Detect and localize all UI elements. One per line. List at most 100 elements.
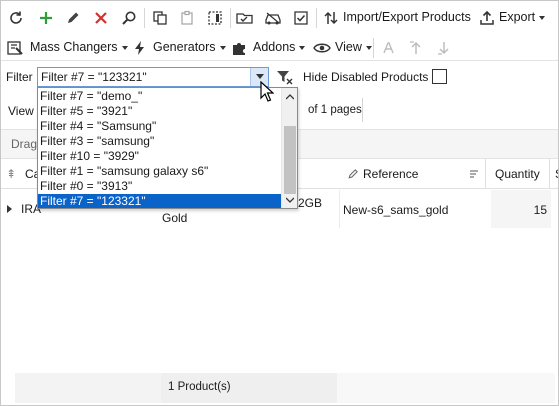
- export-label[interactable]: Export: [499, 10, 546, 24]
- addons-icon-wrap[interactable]: [228, 37, 250, 59]
- puzzle-icon: [233, 43, 245, 55]
- toolbar-separator: [373, 38, 374, 58]
- font-button[interactable]: [378, 37, 400, 59]
- cell-quantity: 15: [491, 190, 551, 228]
- footer-cell: [15, 373, 161, 403]
- font-icon: [383, 42, 394, 54]
- arrow-down-icon: [438, 42, 449, 55]
- app-window: Import/Export Products Export Mass Chang…: [0, 0, 559, 406]
- car-button[interactable]: [262, 7, 284, 29]
- chevron-up-icon: [286, 94, 294, 100]
- chevron-down-icon: [286, 197, 294, 203]
- refresh-icon: [10, 11, 22, 24]
- add-button[interactable]: [35, 7, 57, 29]
- move-up-button[interactable]: [405, 37, 427, 59]
- footer-cell: [337, 373, 555, 403]
- column-menu-icon[interactable]: ⇞: [6, 167, 16, 181]
- select-button[interactable]: [204, 7, 226, 29]
- filter-select-value: Filter #7 = "123321": [41, 70, 147, 84]
- search-icon: [122, 11, 136, 25]
- hide-disabled-checkbox[interactable]: [432, 69, 447, 84]
- import-export-icon-wrap[interactable]: [320, 7, 342, 29]
- filter-option[interactable]: Filter #7 = "123321": [38, 194, 282, 208]
- column-header-extra[interactable]: S: [555, 167, 558, 181]
- cell-reference-value: New-s6_sams_gold: [343, 203, 449, 217]
- filter-select[interactable]: Filter #7 = "123321": [37, 67, 269, 87]
- export-text: Export: [499, 10, 536, 24]
- toolbar-separator: [316, 8, 317, 28]
- car-icon: [265, 12, 281, 25]
- pages-text: of 1 pages: [308, 104, 362, 116]
- dropdown-scrollbar[interactable]: [281, 88, 297, 208]
- filter-apply-button[interactable]: [234, 7, 256, 29]
- filter-option[interactable]: Filter #3 = "samsung": [38, 134, 282, 149]
- generators-menu[interactable]: Generators: [153, 40, 226, 54]
- filter-dropdown-list[interactable]: Filter #7 = "demo_" Filter #5 = "3921" Fil…: [37, 87, 298, 209]
- filter-option[interactable]: Filter #10 = "3929": [38, 149, 282, 164]
- row-expand-icon[interactable]: [7, 205, 13, 213]
- column-divider: [549, 159, 550, 189]
- plus-icon: [40, 12, 52, 24]
- chevron-down-icon: [219, 45, 226, 50]
- lightning-icon: [135, 41, 144, 55]
- hide-disabled-label: Hide Disabled Products: [303, 70, 429, 84]
- clear-filter-button[interactable]: [274, 67, 296, 87]
- chevron-down-icon: [539, 15, 546, 20]
- search-button[interactable]: [118, 7, 140, 29]
- addons-menu[interactable]: Addons: [253, 40, 306, 54]
- filter-option[interactable]: Filter #1 = "samsung galaxy s6": [38, 164, 282, 179]
- toolbar-separator: [230, 8, 231, 28]
- filter-option[interactable]: Filter #4 = "Samsung": [38, 119, 282, 134]
- mouse-cursor-icon: [260, 81, 274, 102]
- delete-button[interactable]: [90, 7, 112, 29]
- check-list-button[interactable]: [290, 7, 312, 29]
- view-icon-wrap[interactable]: [311, 37, 333, 59]
- checklist-icon: [294, 11, 308, 25]
- group-panel-text: Drag: [11, 137, 38, 151]
- filter-option[interactable]: Filter #7 = "demo_": [38, 89, 282, 104]
- pencil-icon: [68, 12, 79, 23]
- generators-label: Generators: [153, 40, 216, 54]
- export-icon-wrap[interactable]: [476, 7, 498, 29]
- column-header-reference[interactable]: Reference: [363, 167, 418, 181]
- refresh-button[interactable]: [5, 7, 27, 29]
- column-header-quantity[interactable]: Quantity: [495, 167, 540, 181]
- paste-button[interactable]: [176, 7, 198, 29]
- mass-changers-label: Mass Changers: [30, 40, 118, 54]
- secondary-toolbar: Mass Changers Generators Addons View: [1, 35, 558, 61]
- eye-icon: [313, 43, 331, 53]
- close-icon: [95, 12, 107, 24]
- upload-icon: [480, 10, 494, 25]
- pencil-icon: [348, 169, 358, 179]
- filter-option[interactable]: Filter #0 = "3913": [38, 179, 282, 194]
- import-export-icon: [324, 11, 338, 25]
- sort-icon: [470, 170, 478, 178]
- mass-changers-icon-wrap[interactable]: [5, 37, 27, 59]
- clipboard-icon: [181, 10, 193, 25]
- product-count: 1 Product(s): [168, 381, 231, 393]
- toolbar-separator: [144, 8, 145, 28]
- view-menu[interactable]: View: [335, 40, 372, 54]
- selection-icon: [208, 11, 222, 25]
- chevron-down-icon: [255, 74, 264, 79]
- footer-count-cell: 1 Product(s): [161, 373, 337, 403]
- view-label: View: [335, 40, 362, 54]
- cell-reference: New-s6_sams_gold: [339, 190, 491, 228]
- view-row-label: View: [8, 104, 34, 118]
- edit-button[interactable]: [62, 7, 84, 29]
- filter-option[interactable]: Filter #5 = "3921": [38, 104, 282, 119]
- chevron-down-icon: [121, 45, 128, 50]
- grid-footer: 1 Product(s): [1, 373, 558, 405]
- copy-icon: [153, 11, 167, 25]
- import-export-label[interactable]: Import/Export Products: [343, 10, 471, 24]
- move-down-button[interactable]: [433, 37, 455, 59]
- scroll-thumb[interactable]: [284, 126, 296, 194]
- scroll-up-button[interactable]: [282, 90, 297, 104]
- chevron-down-icon: [365, 45, 372, 50]
- folder-check-icon: [236, 13, 253, 24]
- column-divider: [485, 159, 486, 189]
- generators-icon-wrap[interactable]: [129, 37, 151, 59]
- scroll-down-button[interactable]: [282, 193, 297, 207]
- mass-changers-menu[interactable]: Mass Changers: [30, 40, 128, 54]
- copy-button[interactable]: [149, 7, 171, 29]
